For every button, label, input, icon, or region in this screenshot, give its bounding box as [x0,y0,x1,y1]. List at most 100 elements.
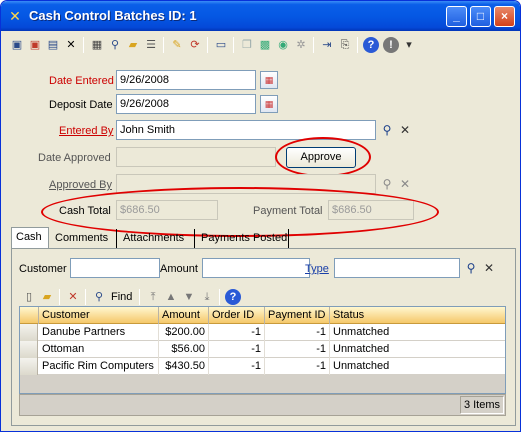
approve-button[interactable]: Approve [286,147,356,168]
amount-filter-input[interactable] [202,258,310,278]
cell-order-id: -1 [209,324,265,341]
entered-by-clear-icon[interactable]: ✕ [397,121,413,139]
tab-attachments[interactable]: Attachments [119,229,195,248]
grid-toolbar: ▯ ▰ ✕ ⚲ Find ⤒ ▲ ▼ ⤓ ? [19,286,506,306]
table-row[interactable]: Ottoman $56.00 -1 -1 Unmatched [20,341,505,358]
header-row-selector [20,307,39,324]
column-header-payment-id[interactable]: Payment ID [265,307,330,324]
approved-by-input [116,174,376,194]
title-bar[interactable]: ✕ Cash Control Batches ID: 1 _ □ × [1,1,520,31]
tab-cash[interactable]: Cash [11,227,49,248]
row-selector[interactable] [20,358,38,375]
deposit-date-input[interactable]: 9/26/2008 [116,94,256,114]
type-filter-input[interactable] [334,258,460,278]
import-icon[interactable]: ⇥ [319,37,335,53]
date-entered-label: Date Entered [49,75,114,87]
column-header-status[interactable]: Status [330,307,505,324]
item-count: 3 Items [460,396,504,414]
amount-filter-label: Amount [160,263,198,275]
refresh-icon[interactable]: ⟳ [187,37,203,53]
grid-find-label[interactable]: Find [111,291,132,303]
cell-customer: Pacific Rim Computers [39,358,159,375]
cell-order-id: -1 [209,341,265,358]
maximize-button[interactable]: □ [470,6,491,27]
date-approved-label: Date Approved [38,152,111,164]
main-toolbar: ▣ ▣ ▤ ✕ ▦ ⚲ ▰ ☰ ✎ ⟳ ▭ ❐ ▩ ◉ ✲ ⇥ ⎘ ? ! ▾ [5,34,517,56]
customer-filter-label: Customer [19,263,67,275]
spell-check-icon[interactable]: ✎ [169,37,185,53]
cell-customer: Ottoman [39,341,159,358]
new-record-icon[interactable]: ▯ [21,289,37,305]
delete-record-icon[interactable]: ✕ [65,289,81,305]
cell-status: Unmatched [333,343,390,355]
grid-find-icon[interactable]: ⚲ [91,289,107,305]
entered-by-label[interactable]: Entered By [59,125,113,137]
deposit-date-label: Deposit Date [49,99,113,111]
payment-total-label: Payment Total [253,205,323,217]
row-selector[interactable] [20,324,38,341]
open-folder-icon[interactable]: ▰ [125,37,141,53]
deposit-date-calendar-icon[interactable]: ▦ [260,95,278,113]
cash-total-input: $686.50 [116,200,218,220]
cash-control-window: ✕ Cash Control Batches ID: 1 _ □ × ▣ ▣ ▤… [0,0,521,432]
row-selector[interactable] [20,341,38,358]
close-button[interactable]: × [494,6,515,27]
save-close-icon[interactable]: ▣ [27,37,43,53]
properties-icon[interactable]: ☰ [143,37,159,53]
grid-help-icon[interactable]: ? [225,289,241,305]
date-entered-calendar-icon[interactable]: ▦ [260,71,278,89]
delete-icon[interactable]: ✕ [63,37,79,53]
payment-total-input: $686.50 [328,200,414,220]
tab-payments-posted[interactable]: Payments Posted [197,229,289,248]
paste-icon[interactable]: ▩ [257,37,273,53]
settings-icon[interactable]: ✲ [293,37,309,53]
cell-amount: $200.00 [159,324,209,341]
type-find-icon[interactable]: ⚲ [463,259,479,277]
type-clear-icon[interactable]: ✕ [481,259,497,277]
cell-order-id: -1 [209,358,265,375]
cell-status: Unmatched [333,360,390,372]
approved-by-label[interactable]: Approved By [49,179,112,191]
cash-total-label: Cash Total [59,205,111,217]
cell-payment-id: -1 [265,324,330,341]
info-icon[interactable]: ! [383,37,399,53]
print-icon[interactable]: ▦ [89,37,105,53]
cell-status: Unmatched [333,326,390,338]
grid-footer [20,375,505,393]
attach-icon[interactable]: ⎘ [337,37,353,53]
copy-icon[interactable]: ❐ [239,37,255,53]
move-up-icon[interactable]: ▲ [163,289,179,305]
cash-tab-panel: Customer Amount Type ⚲ ✕ ▯ ▰ ✕ ⚲ Find ⤒ … [11,248,516,426]
column-header-amount[interactable]: Amount [159,307,209,324]
customer-filter-input[interactable] [70,258,160,278]
grid-status-bar: 3 Items [19,394,506,416]
help-icon[interactable]: ? [363,37,379,53]
column-header-customer[interactable]: Customer [39,307,159,324]
cell-amount: $430.50 [159,358,209,375]
entered-by-find-icon[interactable]: ⚲ [379,121,395,139]
minimize-button[interactable]: _ [446,6,467,27]
move-down-icon[interactable]: ▼ [181,289,197,305]
entered-by-input[interactable]: John Smith [116,120,376,140]
approved-by-find-icon: ⚲ [382,177,392,191]
move-top-icon[interactable]: ⤒ [145,289,161,305]
table-row[interactable]: Danube Partners $200.00 -1 -1 Unmatched [20,324,505,341]
cell-payment-id: -1 [265,358,330,375]
window-title: Cash Control Batches ID: 1 [29,8,197,23]
move-bottom-icon[interactable]: ⤓ [199,289,215,305]
reports-icon[interactable]: ▭ [213,37,229,53]
post-icon[interactable]: ◉ [275,37,291,53]
find-icon[interactable]: ⚲ [107,37,123,53]
save-new-icon[interactable]: ▤ [45,37,61,53]
cash-grid: Customer Amount Order ID Payment ID Stat… [19,306,506,394]
type-filter-label[interactable]: Type [305,263,329,275]
tab-comments[interactable]: Comments [51,229,117,248]
table-row[interactable]: Pacific Rim Computers $430.50 -1 -1 Unma… [20,358,505,375]
open-record-icon[interactable]: ▰ [39,289,55,305]
toolbar-overflow-icon[interactable]: ▾ [401,37,417,53]
column-header-order-id[interactable]: Order ID [209,307,265,324]
date-entered-input[interactable]: 9/26/2008 [116,70,256,90]
save-icon[interactable]: ▣ [9,37,25,53]
cell-payment-id: -1 [265,341,330,358]
approved-by-clear-icon: ✕ [399,177,411,191]
